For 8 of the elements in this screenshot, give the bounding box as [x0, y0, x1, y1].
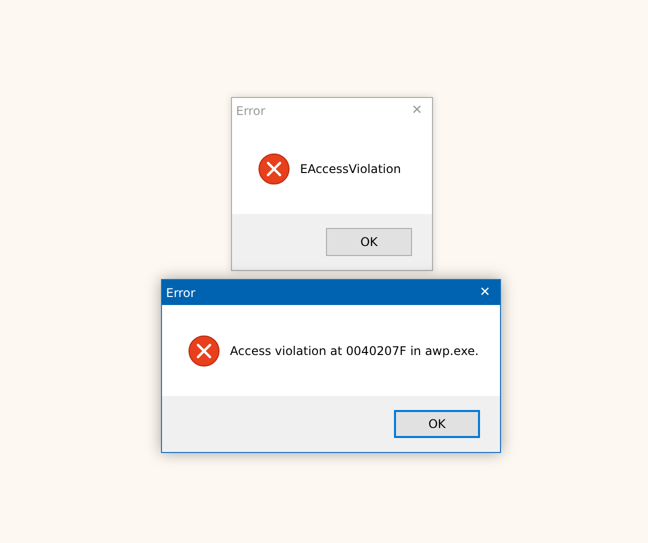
error-icon	[258, 152, 290, 184]
close-button[interactable]: ✕	[470, 285, 500, 300]
error-message: Access violation at 0040207F in awp.exe.	[230, 344, 479, 358]
error-message: EAccessViolation	[300, 162, 401, 176]
window-title: Error	[166, 286, 196, 300]
window-title: Error	[236, 104, 266, 118]
error-icon	[188, 334, 220, 366]
ok-button[interactable]: OK	[394, 410, 480, 438]
